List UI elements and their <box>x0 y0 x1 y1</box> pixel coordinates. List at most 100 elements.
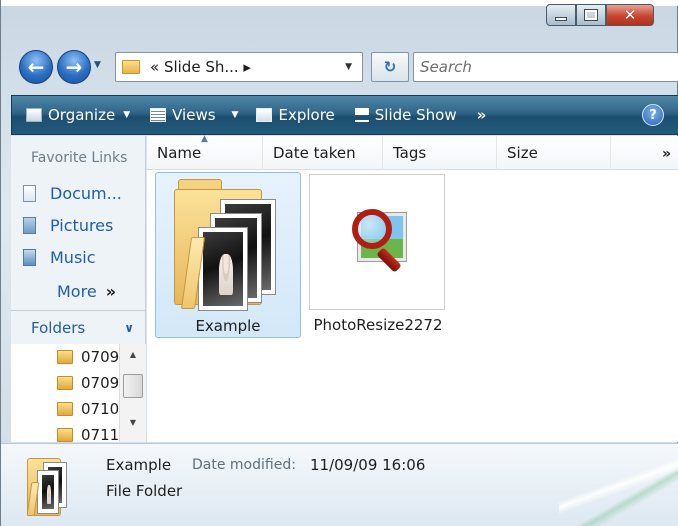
favorite-link-pictures[interactable]: Pictures <box>23 216 113 235</box>
folder-tree-scrollbar[interactable]: ▲ ▼ <box>119 344 146 442</box>
file-item-photoresize[interactable]: PhotoResize2272 <box>309 172 447 338</box>
more-links-button[interactable]: More » <box>57 282 116 301</box>
item-label: PhotoResize2272 <box>313 316 443 334</box>
details-item-type: File Folder <box>106 482 183 500</box>
chevron-down-icon: ∨ <box>124 320 134 335</box>
photoresize-icon <box>350 209 408 273</box>
folders-toggle[interactable]: Folders ∨ <box>11 310 146 344</box>
column-header-label: Tags <box>393 144 427 162</box>
details-modified-value: 11/09/09 16:06 <box>310 456 426 474</box>
tree-folder-label: 0709 <box>81 348 120 366</box>
favorite-link-music[interactable]: Music <box>23 248 96 267</box>
chevron-down-icon: ▼ <box>231 110 239 120</box>
explore-button[interactable]: Explore <box>250 95 340 135</box>
minimize-icon <box>555 17 567 21</box>
magnifier-icon <box>352 209 392 249</box>
details-pane: Example Date modified: 11/09/09 16:06 Fi… <box>1 443 678 526</box>
favorite-links-heading: Favorite Links <box>31 150 128 166</box>
help-icon: ? <box>649 107 657 123</box>
column-header-label: Size <box>507 144 538 162</box>
music-icon <box>23 249 36 266</box>
recent-pages-dropdown[interactable]: ▼ <box>94 60 101 70</box>
views-button[interactable]: Views ▼ <box>144 95 244 135</box>
chevron-down-icon: ▼ <box>123 110 131 120</box>
minimize-button[interactable] <box>546 4 576 26</box>
maximize-icon <box>584 9 598 21</box>
scroll-up-icon[interactable]: ▲ <box>120 346 146 362</box>
folder-icon <box>170 177 290 311</box>
caption-buttons: ✕ <box>546 4 654 26</box>
folder-photo <box>198 227 248 311</box>
column-header-label: Date taken <box>273 144 356 162</box>
close-icon: ✕ <box>623 6 637 24</box>
folder-icon <box>57 402 73 416</box>
column-header-name[interactable]: Name ▲ <box>147 134 263 170</box>
more-links-label: More <box>57 282 97 301</box>
organize-icon <box>26 108 42 122</box>
details-modified-label: Date modified: <box>192 457 296 473</box>
folder-icon <box>25 452 71 518</box>
more-columns-button[interactable]: » <box>662 146 671 162</box>
views-label: Views <box>172 106 216 124</box>
pictures-icon <box>23 217 36 234</box>
favorite-link-documents[interactable]: Docum... <box>23 184 122 203</box>
forward-button[interactable]: → <box>57 50 91 84</box>
scroll-down-icon[interactable]: ▼ <box>120 414 146 430</box>
thumbnail-frame <box>309 174 445 310</box>
organize-button[interactable]: Organize ▼ <box>20 95 136 135</box>
folder-tree: 0709 0709 0710 0711 ▲ ▼ <box>11 344 146 442</box>
organize-label: Organize <box>48 106 116 124</box>
slideshow-icon <box>354 108 369 122</box>
folder-icon <box>122 60 140 74</box>
folders-label: Folders <box>31 318 86 337</box>
search-placeholder: Search <box>420 58 472 76</box>
help-button[interactable]: ? <box>642 104 664 126</box>
folder-icon <box>57 376 73 390</box>
column-header-size[interactable]: Size <box>497 136 611 170</box>
address-path[interactable]: « Slide Sh... ▸ <box>150 58 251 76</box>
navigation-bar: ← → ▼ « Slide Sh... ▸ ▼ ↻ Search <box>15 48 678 86</box>
tree-folder-label: 0709 <box>81 374 120 392</box>
column-headers: Name ▲ Date taken Tags Size » <box>147 134 678 170</box>
slideshow-button[interactable]: Slide Show <box>349 95 463 135</box>
favorite-link-label: Pictures <box>50 216 114 235</box>
folder-item-example[interactable]: Example <box>155 172 301 338</box>
favorite-link-label: Music <box>50 248 96 267</box>
tree-folder-label: 0710 <box>81 400 120 418</box>
search-input[interactable]: Search <box>413 52 678 82</box>
views-icon <box>150 108 167 122</box>
tree-folder-item[interactable]: 0709 <box>57 374 119 392</box>
explore-icon <box>256 108 273 122</box>
scroll-thumb[interactable] <box>123 374 143 398</box>
back-arrow-icon: ← <box>27 55 45 79</box>
maximize-button[interactable] <box>576 4 606 26</box>
tree-folder-item[interactable]: 0710 <box>57 400 119 418</box>
more-links-glyph: » <box>105 282 117 301</box>
back-button[interactable]: ← <box>19 50 53 84</box>
details-item-name: Example <box>106 456 172 474</box>
item-label: Example <box>195 317 261 335</box>
explore-label: Explore <box>278 106 335 124</box>
address-bar[interactable]: « Slide Sh... ▸ ▼ <box>115 52 363 82</box>
refresh-icon: ↻ <box>383 58 397 76</box>
details-decoration <box>559 444 678 526</box>
explorer-window: ✕ ← → ▼ « Slide Sh... ▸ ▼ ↻ Search Organ… <box>0 0 678 526</box>
slideshow-label: Slide Show <box>374 106 457 124</box>
documents-icon <box>23 185 36 202</box>
tree-folder-item[interactable]: 0709 <box>57 348 119 366</box>
refresh-button[interactable]: ↻ <box>371 52 409 82</box>
navigation-pane: Favorite Links Docum... Pictures Music M… <box>11 136 146 442</box>
column-header-tags[interactable]: Tags <box>383 136 497 170</box>
address-dropdown-icon[interactable]: ▼ <box>345 62 352 72</box>
command-bar: Organize ▼ Views ▼ Explore Slide Show » … <box>11 95 678 135</box>
tree-folder-item[interactable]: 0711 <box>57 426 119 442</box>
close-button[interactable]: ✕ <box>606 4 654 26</box>
toolbar-overflow-button[interactable]: » <box>471 95 493 135</box>
folder-icon <box>57 350 73 364</box>
folder-photo <box>37 470 59 514</box>
column-header-label: Name <box>157 144 202 162</box>
tree-folder-label: 0711 <box>81 426 120 442</box>
folder-icon <box>57 428 73 442</box>
favorite-link-label: Docum... <box>50 184 122 203</box>
column-header-date-taken[interactable]: Date taken <box>263 136 383 170</box>
